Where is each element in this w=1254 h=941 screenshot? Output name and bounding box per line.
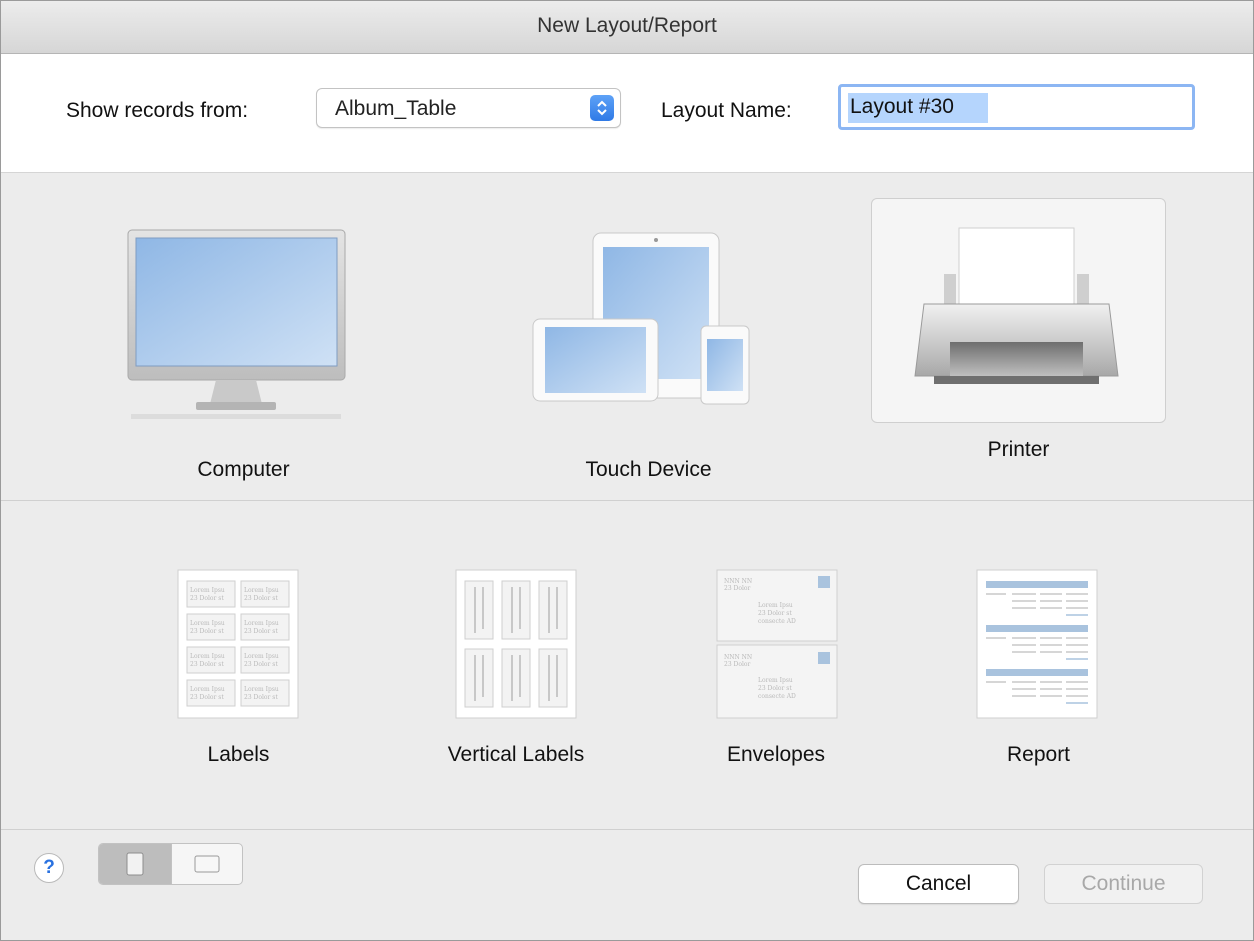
svg-text:23 Dolor st: 23 Dolor st: [758, 685, 792, 692]
svg-text:Lorem Ipsu: Lorem Ipsu: [244, 587, 279, 594]
svg-text:Lorem Ipsu: Lorem Ipsu: [244, 620, 279, 627]
svg-text:23 Dolor st: 23 Dolor st: [190, 694, 224, 701]
device-printer[interactable]: Printer: [871, 198, 1166, 483]
svg-text:23 Dolor st: 23 Dolor st: [244, 661, 278, 668]
svg-text:Lorem Ipsu: Lorem Ipsu: [190, 653, 225, 660]
computer-monitor-icon: [127, 229, 346, 419]
layout-vertical-labels[interactable]: Vertical Labels: [421, 561, 611, 771]
device-touch-label: Touch Device: [585, 458, 712, 481]
layout-labels[interactable]: Lorem Ipsu 23 Dolor st Lorem Ipsu 23 Dolor…: [161, 561, 316, 771]
select-stepper-icon: [590, 95, 614, 121]
svg-text:23 Dolor st: 23 Dolor st: [190, 628, 224, 635]
svg-text:23 Dolor: 23 Dolor: [724, 585, 750, 592]
table-select[interactable]: Album_Table: [316, 88, 621, 128]
layout-envelopes[interactable]: NNN NN 23 Dolor Lorem Ipsu 23 Dolor st cons…: [701, 561, 851, 771]
vertical-labels-icon: [455, 569, 577, 719]
svg-text:23 Dolor: 23 Dolor: [724, 661, 750, 668]
svg-text:Lorem Ipsu: Lorem Ipsu: [190, 587, 225, 594]
svg-text:NNN NN: NNN NN: [724, 654, 752, 661]
footer-bar: ? Cancel Continue: [1, 830, 1253, 940]
svg-text:Lorem Ipsu: Lorem Ipsu: [190, 686, 225, 693]
header-panel: Show records from: Album_Table Layout Na…: [1, 54, 1253, 173]
device-touch[interactable]: Touch Device: [506, 193, 791, 483]
svg-text:Lorem Ipsu: Lorem Ipsu: [244, 686, 279, 693]
landscape-orientation-button[interactable]: [171, 844, 242, 884]
continue-button[interactable]: Continue: [1044, 864, 1203, 904]
svg-text:Lorem Ipsu: Lorem Ipsu: [758, 677, 793, 684]
portrait-orientation-button[interactable]: [99, 844, 171, 884]
svg-text:Lorem Ipsu: Lorem Ipsu: [758, 602, 793, 609]
touch-devices-icon: [532, 232, 750, 405]
svg-text:Lorem Ipsu: Lorem Ipsu: [244, 653, 279, 660]
layout-report[interactable]: Report: [961, 561, 1116, 771]
landscape-page-icon: [194, 855, 220, 873]
layout-vertical-labels-label: Vertical Labels: [447, 743, 585, 766]
svg-text:23 Dolor st: 23 Dolor st: [244, 694, 278, 701]
svg-text:consecte AD: consecte AD: [758, 618, 796, 625]
title-bar: New Layout/Report: [1, 1, 1253, 54]
device-printer-label: Printer: [987, 438, 1050, 461]
help-button[interactable]: ?: [34, 853, 64, 883]
device-section: Computer Touch Device Printer: [1, 173, 1253, 501]
svg-text:23 Dolor st: 23 Dolor st: [190, 661, 224, 668]
svg-text:Lorem Ipsu: Lorem Ipsu: [190, 620, 225, 627]
svg-text:23 Dolor st: 23 Dolor st: [244, 595, 278, 602]
layout-type-section: Lorem Ipsu 23 Dolor st Lorem Ipsu 23 Dolor…: [1, 501, 1253, 830]
cancel-button[interactable]: Cancel: [858, 864, 1019, 904]
svg-text:NNN NN: NNN NN: [724, 578, 752, 585]
new-layout-report-dialog: New Layout/Report Show records from: Alb…: [0, 0, 1254, 941]
svg-text:23 Dolor st: 23 Dolor st: [190, 595, 224, 602]
svg-text:consecte AD: consecte AD: [758, 693, 796, 700]
layout-report-label: Report: [1006, 743, 1071, 766]
portrait-page-icon: [126, 852, 144, 876]
table-select-value: Album_Table: [335, 97, 457, 120]
layout-name-field[interactable]: [838, 84, 1195, 130]
layout-labels-label: Labels: [207, 743, 270, 766]
layout-name-input[interactable]: [847, 92, 1173, 122]
report-icon: [976, 569, 1098, 719]
envelopes-icon: NNN NN23 Dolor Lorem Ipsu23 Dolor stcons…: [716, 569, 838, 719]
layout-envelopes-label: Envelopes: [726, 743, 826, 766]
device-computer[interactable]: Computer: [101, 193, 386, 483]
device-computer-label: Computer: [197, 458, 290, 481]
show-records-label: Show records from:: [66, 99, 249, 122]
labels-icon: Lorem Ipsu23 Dolor st Lorem Ipsu23 Dolor…: [177, 569, 299, 719]
svg-text:23 Dolor st: 23 Dolor st: [758, 610, 792, 617]
printer-icon: [914, 227, 1119, 384]
svg-text:23 Dolor st: 23 Dolor st: [244, 628, 278, 635]
orientation-segmented-control: [98, 843, 243, 885]
window-title: New Layout/Report: [537, 14, 717, 37]
layout-name-label: Layout Name:: [661, 99, 792, 122]
